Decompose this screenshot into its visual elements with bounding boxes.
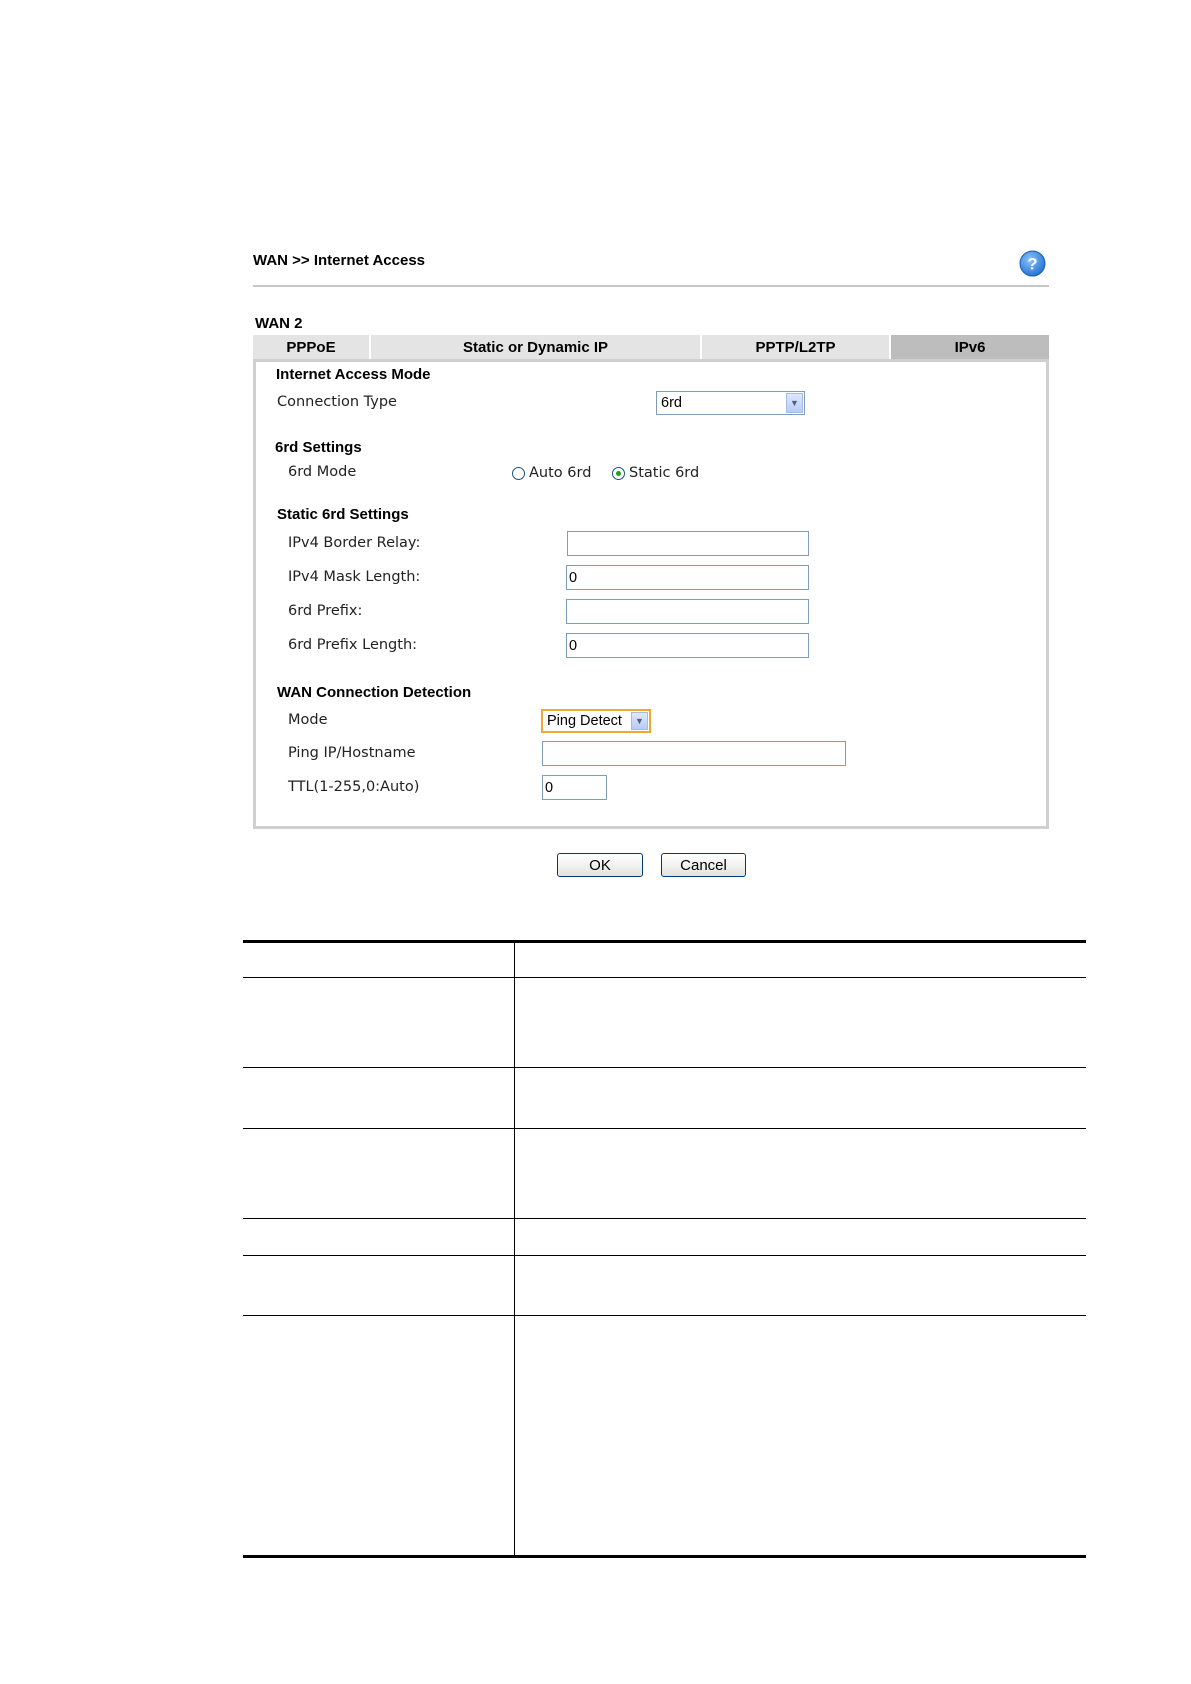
- table-column-divider: [514, 941, 515, 1557]
- ipv4-mask-length-input[interactable]: 0: [566, 565, 809, 590]
- wan-section-label: WAN 2: [255, 315, 303, 332]
- auto-6rd-radio[interactable]: [512, 466, 525, 480]
- tab-pptp-l2tp[interactable]: PPTP/L2TP: [702, 335, 891, 360]
- tab-static-dynamic-ip[interactable]: Static or Dynamic IP: [371, 335, 702, 360]
- breadcrumb: WAN >> Internet Access: [253, 252, 426, 269]
- 6rd-prefix-label: 6rd Prefix:: [288, 603, 363, 619]
- wan-connection-detection-heading: WAN Connection Detection: [277, 684, 472, 701]
- auto-6rd-option[interactable]: Auto 6rd: [512, 465, 591, 481]
- detection-mode-label: Mode: [288, 712, 328, 728]
- connection-type-value: 6rd: [661, 395, 682, 411]
- ttl-label: TTL(1-255,0:Auto): [288, 779, 420, 795]
- connection-type-select[interactable]: 6rd ▼: [656, 391, 805, 415]
- 6rd-mode-label: 6rd Mode: [288, 464, 357, 480]
- detection-mode-select[interactable]: Ping Detect ▼: [541, 709, 651, 733]
- tab-pppoe[interactable]: PPPoE: [253, 335, 371, 360]
- static-6rd-label: Static 6rd: [629, 465, 700, 481]
- table-row-divider: [243, 1255, 1086, 1256]
- detection-mode-value: Ping Detect: [547, 713, 622, 729]
- table-row-divider: [243, 1067, 1086, 1068]
- 6rd-prefix-length-input[interactable]: 0: [566, 633, 809, 658]
- ipv4-border-relay-input[interactable]: [567, 531, 809, 556]
- table-row-divider: [243, 1128, 1086, 1129]
- ttl-input[interactable]: 0: [542, 775, 607, 800]
- static-6rd-settings-heading: Static 6rd Settings: [277, 506, 409, 523]
- static-6rd-option[interactable]: Static 6rd: [612, 465, 699, 481]
- table-row-divider: [243, 1218, 1086, 1219]
- svg-text:?: ?: [1027, 255, 1037, 274]
- 6rd-settings-heading: 6rd Settings: [275, 439, 362, 456]
- table-row-divider: [243, 1315, 1086, 1316]
- cancel-button[interactable]: Cancel: [661, 853, 746, 877]
- table-bottom-rule: [243, 1555, 1086, 1558]
- 6rd-prefix-length-label: 6rd Prefix Length:: [288, 637, 418, 653]
- 6rd-prefix-input[interactable]: [566, 599, 809, 624]
- chevron-down-icon: ▼: [786, 393, 803, 413]
- tab-ipv6[interactable]: IPv6: [891, 335, 1049, 360]
- header-divider: [253, 285, 1049, 287]
- internet-access-mode-heading: Internet Access Mode: [276, 366, 431, 383]
- help-question-icon[interactable]: ?: [1019, 250, 1046, 277]
- auto-6rd-label: Auto 6rd: [529, 465, 592, 481]
- chevron-down-icon: ▼: [631, 712, 648, 730]
- static-6rd-radio[interactable]: [612, 466, 625, 480]
- tab-bar: PPPoE Static or Dynamic IP PPTP/L2TP IPv…: [253, 335, 1049, 360]
- ok-button[interactable]: OK: [557, 853, 643, 877]
- connection-type-label: Connection Type: [277, 394, 397, 410]
- ipv4-mask-length-label: IPv4 Mask Length:: [288, 569, 421, 585]
- ping-ip-hostname-input[interactable]: [542, 741, 846, 766]
- ipv4-border-relay-label: IPv4 Border Relay:: [288, 535, 421, 551]
- ping-ip-hostname-label: Ping IP/Hostname: [288, 745, 416, 761]
- table-row-divider: [243, 977, 1086, 978]
- table-top-rule: [243, 940, 1086, 943]
